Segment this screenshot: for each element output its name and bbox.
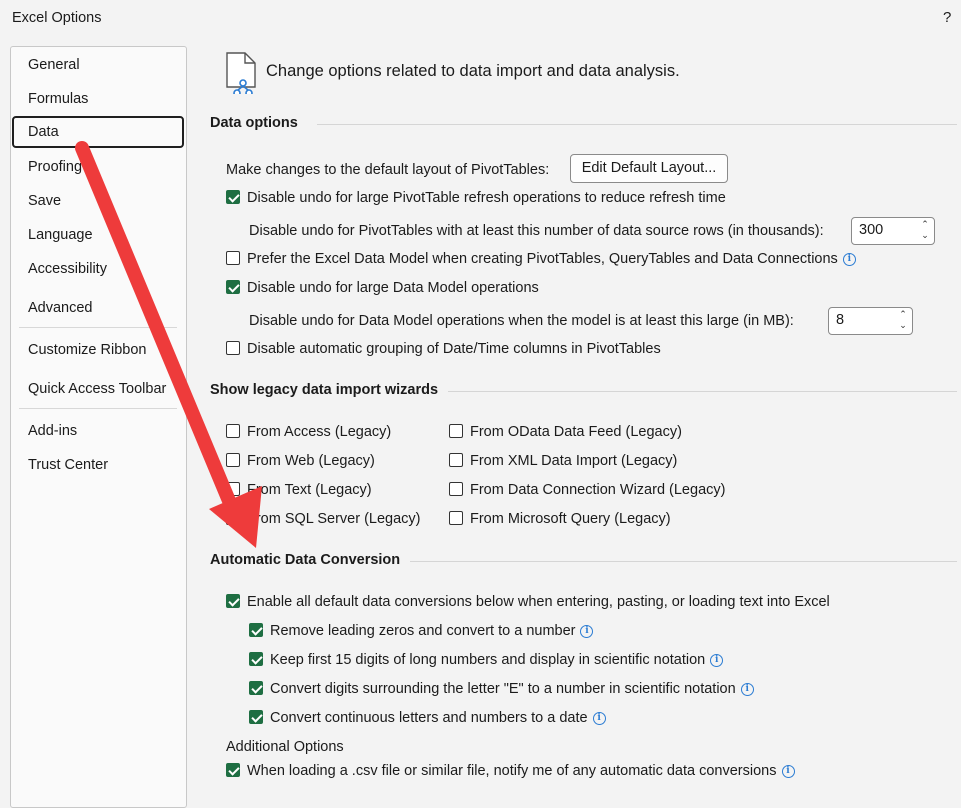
pivot-rows-label: Disable undo for PivotTables with at lea… (249, 223, 824, 239)
model-size-spinner[interactable]: ⌃⌄ (828, 307, 913, 335)
options-nav: General Formulas Data Proofing Save Lang… (10, 46, 187, 808)
legacy-from-microsoft-query[interactable]: From Microsoft Query (Legacy) (449, 511, 671, 527)
info-icon: i (842, 253, 856, 266)
option-label: Keep first 15 digits of long numbers and… (270, 652, 706, 668)
legacy-from-access[interactable]: From Access (Legacy) (226, 424, 391, 440)
title-bar: Excel Options ? (0, 0, 961, 40)
legacy-from-data-connection-wizard[interactable]: From Data Connection Wizard (Legacy) (449, 482, 725, 498)
section-title-legacy-wizards: Show legacy data import wizards (210, 382, 439, 398)
option-label: When loading a .csv file or similar file… (247, 763, 777, 779)
keep-15-digits-option[interactable]: Keep first 15 digits of long numbers and… (249, 652, 724, 668)
convert-e-notation-option[interactable]: Convert digits surrounding the letter "E… (249, 681, 754, 697)
checkbox[interactable] (449, 482, 463, 496)
pivot-rows-input[interactable] (859, 222, 909, 238)
option-label: From OData Data Feed (Legacy) (470, 424, 682, 440)
option-label: From XML Data Import (Legacy) (470, 453, 678, 469)
option-label: Disable undo for large PivotTable refres… (247, 190, 726, 206)
option-label: Convert continuous letters and numbers t… (270, 710, 588, 726)
nav-item-customize-ribbon[interactable]: Customize Ribbon (28, 342, 146, 358)
option-label: Disable undo for large Data Model operat… (247, 280, 539, 296)
info-icon: i (580, 625, 594, 638)
checkbox[interactable] (226, 763, 240, 777)
section-title-data-options: Data options (210, 115, 298, 131)
option-label: From Microsoft Query (Legacy) (470, 511, 671, 527)
enable-all-conversions-option[interactable]: Enable all default data conversions belo… (226, 594, 830, 610)
checkbox[interactable] (226, 594, 240, 608)
nav-item-add-ins[interactable]: Add-ins (28, 423, 77, 439)
nav-item-data[interactable]: Data (12, 116, 184, 148)
nav-item-general[interactable]: General (28, 57, 80, 73)
nav-item-accessibility[interactable]: Accessibility (28, 261, 107, 277)
pivot-rows-spinner[interactable]: ⌃⌄ (851, 217, 935, 245)
checkbox[interactable] (226, 341, 240, 355)
info-icon: i (781, 765, 795, 778)
checkbox[interactable] (226, 453, 240, 467)
info-icon: i (710, 654, 724, 667)
nav-item-advanced[interactable]: Advanced (28, 300, 93, 316)
pivot-layout-label: Make changes to the default layout of Pi… (226, 162, 550, 178)
legacy-from-text[interactable]: From Text (Legacy) (226, 482, 372, 498)
help-button[interactable]: ? (943, 9, 951, 26)
nav-item-trust-center[interactable]: Trust Center (28, 457, 108, 473)
nav-divider (19, 408, 177, 409)
nav-item-formulas[interactable]: Formulas (28, 91, 88, 107)
checkbox[interactable] (226, 280, 240, 294)
edit-default-layout-button[interactable]: Edit Default Layout... (570, 154, 728, 183)
disable-undo-pivot-option[interactable]: Disable undo for large PivotTable refres… (226, 190, 726, 206)
option-label: Convert digits surrounding the letter "E… (270, 681, 736, 697)
legacy-from-xml[interactable]: From XML Data Import (Legacy) (449, 453, 677, 469)
checkbox[interactable] (249, 681, 263, 695)
legacy-from-sql-server[interactable]: From SQL Server (Legacy) (226, 511, 421, 527)
option-label: Enable all default data conversions belo… (247, 594, 830, 610)
disable-grouping-option[interactable]: Disable automatic grouping of Date/Time … (226, 341, 661, 357)
data-document-icon (224, 52, 260, 98)
convert-to-date-option[interactable]: Convert continuous letters and numbers t… (249, 710, 606, 726)
section-title-data-conversion: Automatic Data Conversion (210, 552, 401, 568)
option-label: From SQL Server (Legacy) (247, 511, 421, 527)
option-label: From Web (Legacy) (247, 453, 375, 469)
nav-item-language[interactable]: Language (28, 227, 93, 243)
checkbox[interactable] (226, 511, 240, 525)
checkbox[interactable] (226, 251, 240, 265)
section-divider (410, 561, 957, 562)
csv-notify-option[interactable]: When loading a .csv file or similar file… (226, 763, 795, 779)
checkbox[interactable] (449, 453, 463, 467)
remove-leading-zeros-option[interactable]: Remove leading zeros and convert to a nu… (249, 623, 594, 639)
info-icon: i (740, 683, 754, 696)
checkbox[interactable] (249, 623, 263, 637)
legacy-from-odata[interactable]: From OData Data Feed (Legacy) (449, 424, 682, 440)
checkbox[interactable] (449, 424, 463, 438)
option-label: From Data Connection Wizard (Legacy) (470, 482, 726, 498)
model-size-label: Disable undo for Data Model operations w… (249, 313, 794, 329)
spinner-arrows[interactable]: ⌃ ⌄ (920, 219, 930, 241)
window-title: Excel Options (12, 10, 102, 26)
checkbox[interactable] (226, 482, 240, 496)
prefer-data-model-option[interactable]: Prefer the Excel Data Model when creatin… (226, 251, 856, 267)
section-divider (448, 391, 957, 392)
nav-item-quick-access-toolbar[interactable]: Quick Access Toolbar (28, 381, 166, 397)
additional-options-label: Additional Options (226, 739, 344, 755)
model-size-input[interactable] (836, 312, 886, 328)
options-content: Change options related to data import an… (186, 40, 961, 795)
disable-undo-model-option[interactable]: Disable undo for large Data Model operat… (226, 280, 539, 296)
nav-item-save[interactable]: Save (28, 193, 61, 209)
checkbox[interactable] (449, 511, 463, 525)
checkbox[interactable] (226, 424, 240, 438)
checkbox[interactable] (249, 710, 263, 724)
section-divider (317, 124, 957, 125)
nav-divider (19, 327, 177, 328)
info-icon: i (592, 712, 606, 725)
option-label: Prefer the Excel Data Model when creatin… (247, 251, 838, 267)
option-label: Disable automatic grouping of Date/Time … (247, 341, 661, 357)
option-label: From Text (Legacy) (247, 482, 372, 498)
page-description: Change options related to data import an… (266, 62, 680, 80)
option-label: Remove leading zeros and convert to a nu… (270, 623, 576, 639)
checkbox[interactable] (249, 652, 263, 666)
legacy-from-web[interactable]: From Web (Legacy) (226, 453, 375, 469)
option-label: From Access (Legacy) (247, 424, 392, 440)
nav-item-proofing[interactable]: Proofing (28, 159, 82, 175)
spinner-arrows[interactable]: ⌃ ⌄ (898, 309, 908, 331)
checkbox[interactable] (226, 190, 240, 204)
